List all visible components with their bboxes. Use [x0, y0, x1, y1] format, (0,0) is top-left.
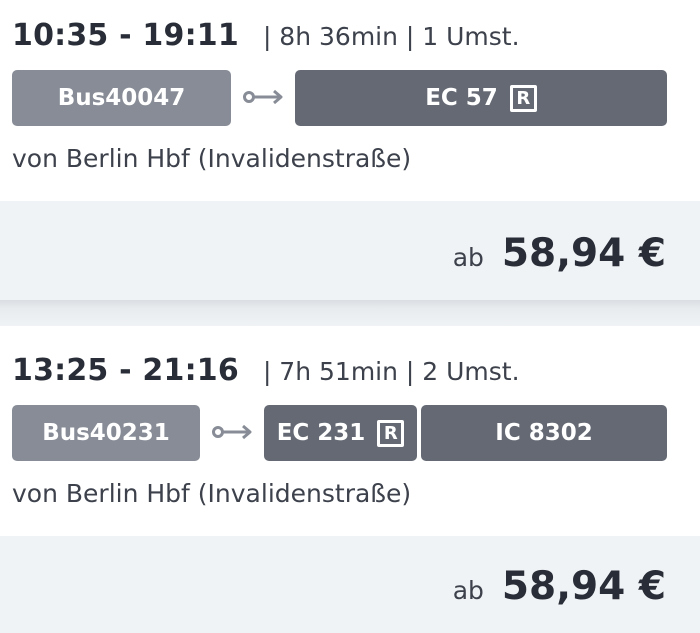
price: ab 58,94 € — [453, 564, 666, 609]
walk-transfer-arrow-icon — [243, 89, 283, 105]
price-prefix: ab — [452, 576, 484, 605]
leg-label: Bus40231 — [42, 420, 170, 446]
reservation-badge: R — [377, 419, 405, 447]
connection-header: 13:25 - 21:16 | 7h 51min | 2 Umst. — [12, 353, 520, 388]
price: ab 58,94 € — [453, 231, 666, 276]
price-band: ab 58,94 € — [0, 201, 700, 300]
leg-label: IC 8302 — [495, 420, 593, 446]
connection-card-1[interactable]: 10:35 - 19:11 | 8h 36min | 1 Umst. Bus40… — [0, 0, 700, 300]
leg-chip-bus[interactable]: Bus40047 — [12, 70, 231, 126]
leg-chip-bus[interactable]: Bus40231 — [12, 405, 200, 461]
leg-label: EC 231 — [276, 420, 366, 446]
origin-station: von Berlin Hbf (Invalidenstraße) — [12, 479, 412, 508]
duration-transfers: | 8h 36min | 1 Umst. — [262, 22, 520, 51]
price-band: ab 58,94 € — [0, 536, 700, 633]
price-amount: 58,94 € — [501, 564, 666, 609]
price-prefix: ab — [452, 243, 484, 272]
time-range: 13:25 - 21:16 — [12, 353, 239, 388]
leg-label: Bus40047 — [57, 85, 186, 111]
reservation-badge: R — [509, 84, 537, 112]
leg-label: EC 57 — [425, 85, 498, 111]
time-range: 10:35 - 19:11 — [12, 18, 239, 53]
walk-transfer-arrow-icon — [212, 424, 252, 440]
leg-chip-train[interactable]: EC 231 R — [264, 405, 417, 461]
leg-chip-train[interactable]: IC 8302 — [421, 405, 667, 461]
duration-transfers: | 7h 51min | 2 Umst. — [262, 357, 520, 386]
leg-chip-train[interactable]: EC 57 R — [295, 70, 667, 126]
connection-header: 10:35 - 19:11 | 8h 36min | 1 Umst. — [12, 18, 520, 53]
origin-station: von Berlin Hbf (Invalidenstraße) — [12, 144, 412, 173]
connection-card-2[interactable]: 13:25 - 21:16 | 7h 51min | 2 Umst. Bus40… — [0, 326, 700, 633]
price-amount: 58,94 € — [501, 231, 666, 276]
card-divider — [0, 300, 700, 326]
